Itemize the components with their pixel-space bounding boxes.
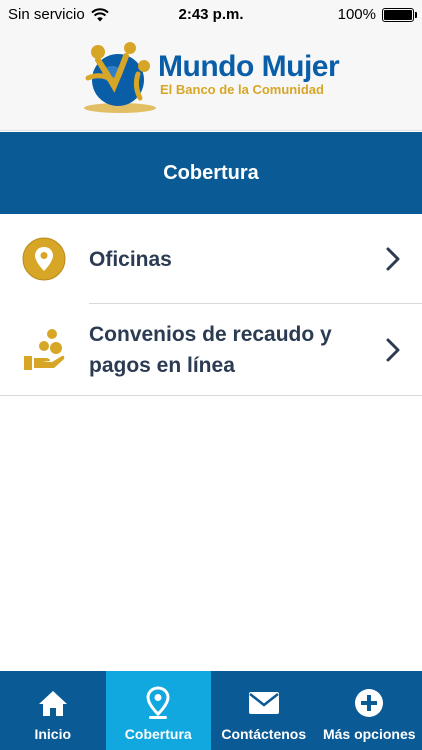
tab-bar: Inicio Cobertura Contáctenos Más opcione… [0,671,422,750]
tab-mas-opciones[interactable]: Más opciones [317,671,422,750]
coverage-list: Oficinas Convenios de recaudo y pagos en… [0,214,422,396]
home-icon [38,691,67,716]
location-pin-icon [22,237,66,281]
tab-label: Cobertura [124,726,192,742]
battery-icon [382,7,417,22]
brand-name: Mundo Mujer [158,50,340,83]
brand-tagline: El Banco de la Comunidad [160,82,324,97]
tab-label: Inicio [34,726,72,742]
mundo-mujer-logo-icon [84,42,156,113]
chevron-right-icon [386,247,400,271]
status-right: 100% [337,6,417,23]
battery-percent: 100% [337,6,376,23]
payment-agreement-icon [24,329,65,370]
status-bar: Sin servicio 2:43 p.m. 100% [0,0,422,30]
tab-inicio[interactable]: Inicio [0,671,106,750]
list-item-label: Oficinas [89,247,172,271]
list-item-oficinas[interactable]: Oficinas [0,214,422,304]
tab-contactenos[interactable]: Contáctenos [211,671,317,750]
tab-label: Contáctenos [221,726,307,742]
location-pin-icon [146,686,170,719]
envelope-icon [248,692,279,714]
list-item-convenios[interactable]: Convenios de recaudo y pagos en línea [0,304,422,396]
page-title: Cobertura [163,161,259,184]
plus-circle-icon [355,689,384,717]
list-item-label: Convenios de recaudo y pagos en línea [89,323,332,377]
brand-header: Mundo Mujer El Banco de la Comunidad [0,30,422,131]
tab-cobertura[interactable]: Cobertura [105,671,211,750]
tab-label: Más opciones [322,726,416,742]
list-separator [0,395,422,396]
chevron-right-icon [386,338,400,362]
page-title-bar: Cobertura [0,132,422,214]
